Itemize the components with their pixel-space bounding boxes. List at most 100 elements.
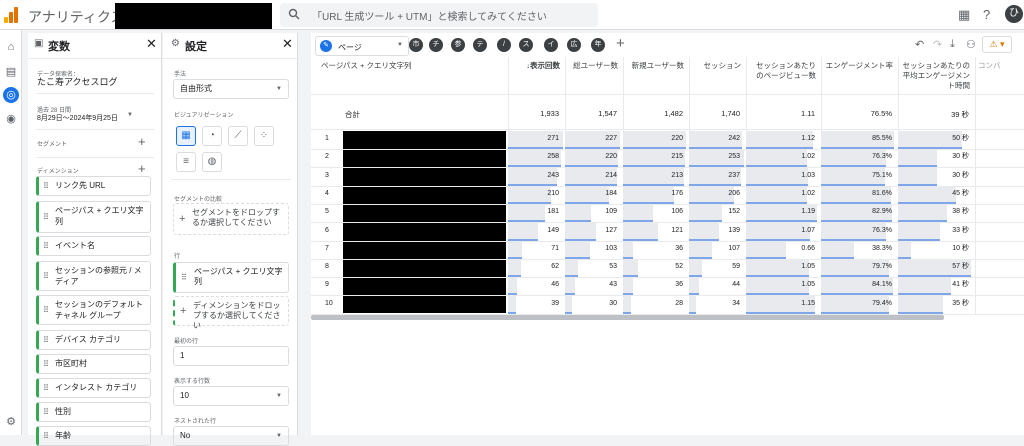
metric-column-header[interactable]: コンバ: [978, 61, 1019, 71]
table-cell[interactable]: 34: [689, 295, 746, 315]
table-cell[interactable]: 59: [689, 259, 746, 278]
exploration-name[interactable]: たこ寿アクセスログ: [37, 75, 118, 88]
tab-chip[interactable]: /: [497, 38, 511, 52]
technique-select[interactable]: 自由形式 ▼: [173, 79, 289, 99]
table-cell[interactable]: 210: [508, 185, 565, 205]
redo-icon[interactable]: ↷: [933, 38, 942, 51]
dimension-chip[interactable]: ⠿ リンク先 URL: [36, 176, 151, 196]
explore-icon[interactable]: ◎: [3, 87, 19, 103]
table-cell[interactable]: 1.07: [746, 222, 821, 242]
add-dimension-button[interactable]: +: [138, 161, 146, 176]
download-icon[interactable]: ⤓: [950, 38, 955, 51]
table-cell[interactable]: 213: [623, 167, 689, 187]
add-tab-button[interactable]: +: [616, 35, 625, 52]
home-icon[interactable]: ⌂: [3, 39, 19, 55]
dimension-chip[interactable]: ⠿ セッションのデフォルト チャネル グループ: [36, 295, 151, 325]
table-cell[interactable]: 214: [565, 167, 623, 187]
table-cell[interactable]: 106: [623, 204, 689, 223]
table-cell[interactable]: 71: [508, 240, 565, 260]
table-cell[interactable]: 62: [508, 259, 565, 278]
table-cell[interactable]: 242: [689, 131, 746, 150]
row-dimension-dropzone[interactable]: + ディメンションをドロップするか選択してください: [173, 296, 289, 330]
table-cell[interactable]: 1.15: [746, 295, 821, 315]
table-cell[interactable]: 176: [623, 185, 689, 205]
table-cell[interactable]: 139: [689, 222, 746, 242]
metric-column-header[interactable]: 総ユーザー数: [568, 61, 618, 71]
metric-column-header[interactable]: エンゲージメント率: [824, 61, 893, 71]
metric-column-header[interactable]: セッションあたりのページビュー数: [749, 61, 816, 81]
dimension-chip[interactable]: ⠿ インタレスト カテゴリ: [36, 378, 151, 398]
line-viz-icon[interactable]: ⟋: [228, 126, 248, 146]
table-cell[interactable]: 109: [565, 204, 623, 223]
table-cell[interactable]: 45 秒: [898, 185, 975, 205]
close-icon[interactable]: ✕: [282, 36, 293, 52]
reports-icon[interactable]: ▤: [3, 64, 19, 80]
undo-icon[interactable]: ↶: [915, 38, 924, 51]
tab-chip[interactable]: ス: [519, 38, 533, 52]
table-cell[interactable]: 243: [508, 167, 565, 187]
table-cell[interactable]: 181: [508, 204, 565, 223]
table-cell[interactable]: 28: [623, 295, 689, 315]
rows-shown-select[interactable]: 10 ▼: [173, 386, 289, 406]
metric-column-header[interactable]: ↓表示回数: [511, 61, 560, 71]
table-cell[interactable]: 41 秒: [898, 277, 975, 296]
dimension-chip[interactable]: ⠿ イベント名: [36, 236, 151, 256]
table-cell[interactable]: 76.3%: [821, 149, 898, 168]
table-cell[interactable]: 36: [623, 240, 689, 260]
table-cell[interactable]: 39: [508, 295, 565, 315]
table-cell[interactable]: 79.4%: [821, 295, 898, 315]
table-cell[interactable]: 43: [565, 277, 623, 296]
table-cell[interactable]: 127: [565, 222, 623, 242]
table-cell[interactable]: 30 秒: [898, 149, 975, 168]
table-cell[interactable]: 76.3%: [821, 222, 898, 242]
table-cell[interactable]: 1.05: [746, 259, 821, 278]
help-icon[interactable]: ?: [983, 7, 990, 22]
table-cell[interactable]: 52: [623, 259, 689, 278]
table-cell[interactable]: 0.66: [746, 240, 821, 260]
table-cell[interactable]: 82.9%: [821, 204, 898, 223]
table-cell[interactable]: 84.1%: [821, 277, 898, 296]
metric-column-header[interactable]: セッションあたりの平均エンゲージメント時間: [901, 61, 971, 91]
table-cell[interactable]: 33 秒: [898, 222, 975, 242]
table-cell[interactable]: 220: [565, 149, 623, 168]
first-row-input[interactable]: 1: [173, 346, 289, 366]
tab-chip[interactable]: 広: [567, 38, 581, 52]
tab-chip[interactable]: イ: [544, 38, 558, 52]
dimension-chip[interactable]: ⠿ セッションの参照元 / メディア: [36, 261, 151, 291]
table-cell[interactable]: 206: [689, 185, 746, 205]
table-cell[interactable]: 1.05: [746, 277, 821, 296]
tab-chip[interactable]: チ: [429, 38, 443, 52]
table-cell[interactable]: 1.19: [746, 204, 821, 223]
tab-chip[interactable]: 市: [409, 38, 423, 52]
table-cell[interactable]: 149: [508, 222, 565, 242]
table-cell[interactable]: 220: [623, 131, 689, 150]
metric-column-header[interactable]: セッション: [692, 61, 742, 71]
table-cell[interactable]: 38.3%: [821, 240, 898, 260]
table-cell[interactable]: 1.03: [746, 167, 821, 187]
tab-chip[interactable]: 参: [451, 38, 465, 52]
avatar[interactable]: ひ: [1005, 5, 1023, 23]
table-cell[interactable]: 258: [508, 149, 565, 168]
table-cell[interactable]: 85.5%: [821, 131, 898, 150]
table-cell[interactable]: 253: [689, 149, 746, 168]
nested-rows-select[interactable]: No ▼: [173, 426, 289, 446]
date-range[interactable]: 8月29日～2024年9月25日: [37, 113, 118, 123]
table-cell[interactable]: 46: [508, 277, 565, 296]
segment-dropzone[interactable]: + セグメントをドロップするか選択してください: [173, 203, 289, 235]
warning-icon[interactable]: ⚠ ▾: [982, 36, 1012, 53]
metric-column-header[interactable]: 新規ユーザー数: [626, 61, 684, 71]
tab-page[interactable]: ✎ ページ ▼: [315, 36, 409, 56]
scatter-viz-icon[interactable]: ⁘: [254, 126, 274, 146]
geo-map-viz-icon[interactable]: ◍: [202, 152, 222, 172]
table-cell[interactable]: 57 秒: [898, 259, 975, 278]
table-viz-icon[interactable]: ▦: [176, 126, 196, 146]
tab-chip[interactable]: 年: [591, 38, 605, 52]
table-cell[interactable]: 215: [623, 149, 689, 168]
donut-viz-icon[interactable]: ◔: [202, 126, 222, 146]
table-cell[interactable]: 75.1%: [821, 167, 898, 187]
dimension-column-header[interactable]: ページパス + クエリ文字列: [321, 61, 411, 71]
table-cell[interactable]: 184: [565, 185, 623, 205]
bar-viz-icon[interactable]: ≡: [176, 152, 196, 172]
table-cell[interactable]: 30 秒: [898, 167, 975, 187]
share-icon[interactable]: ⚇: [966, 38, 976, 51]
